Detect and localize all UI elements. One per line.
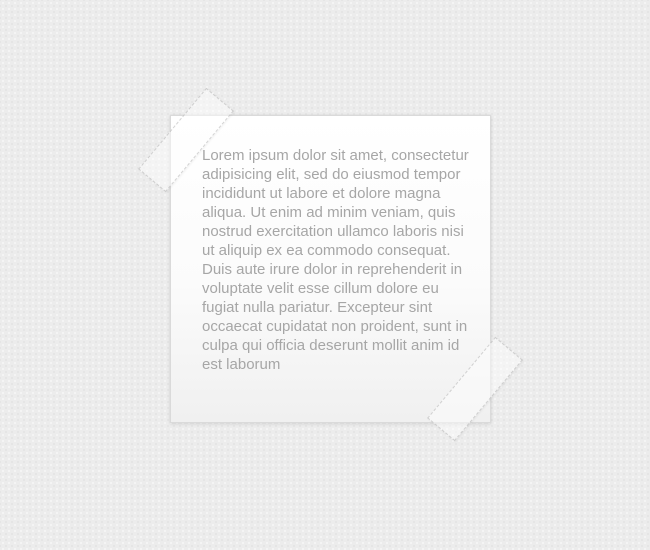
note-text: Lorem ipsum dolor sit amet, consectetur …	[202, 147, 469, 373]
paper-note: Lorem ipsum dolor sit amet, consectetur …	[170, 115, 491, 423]
